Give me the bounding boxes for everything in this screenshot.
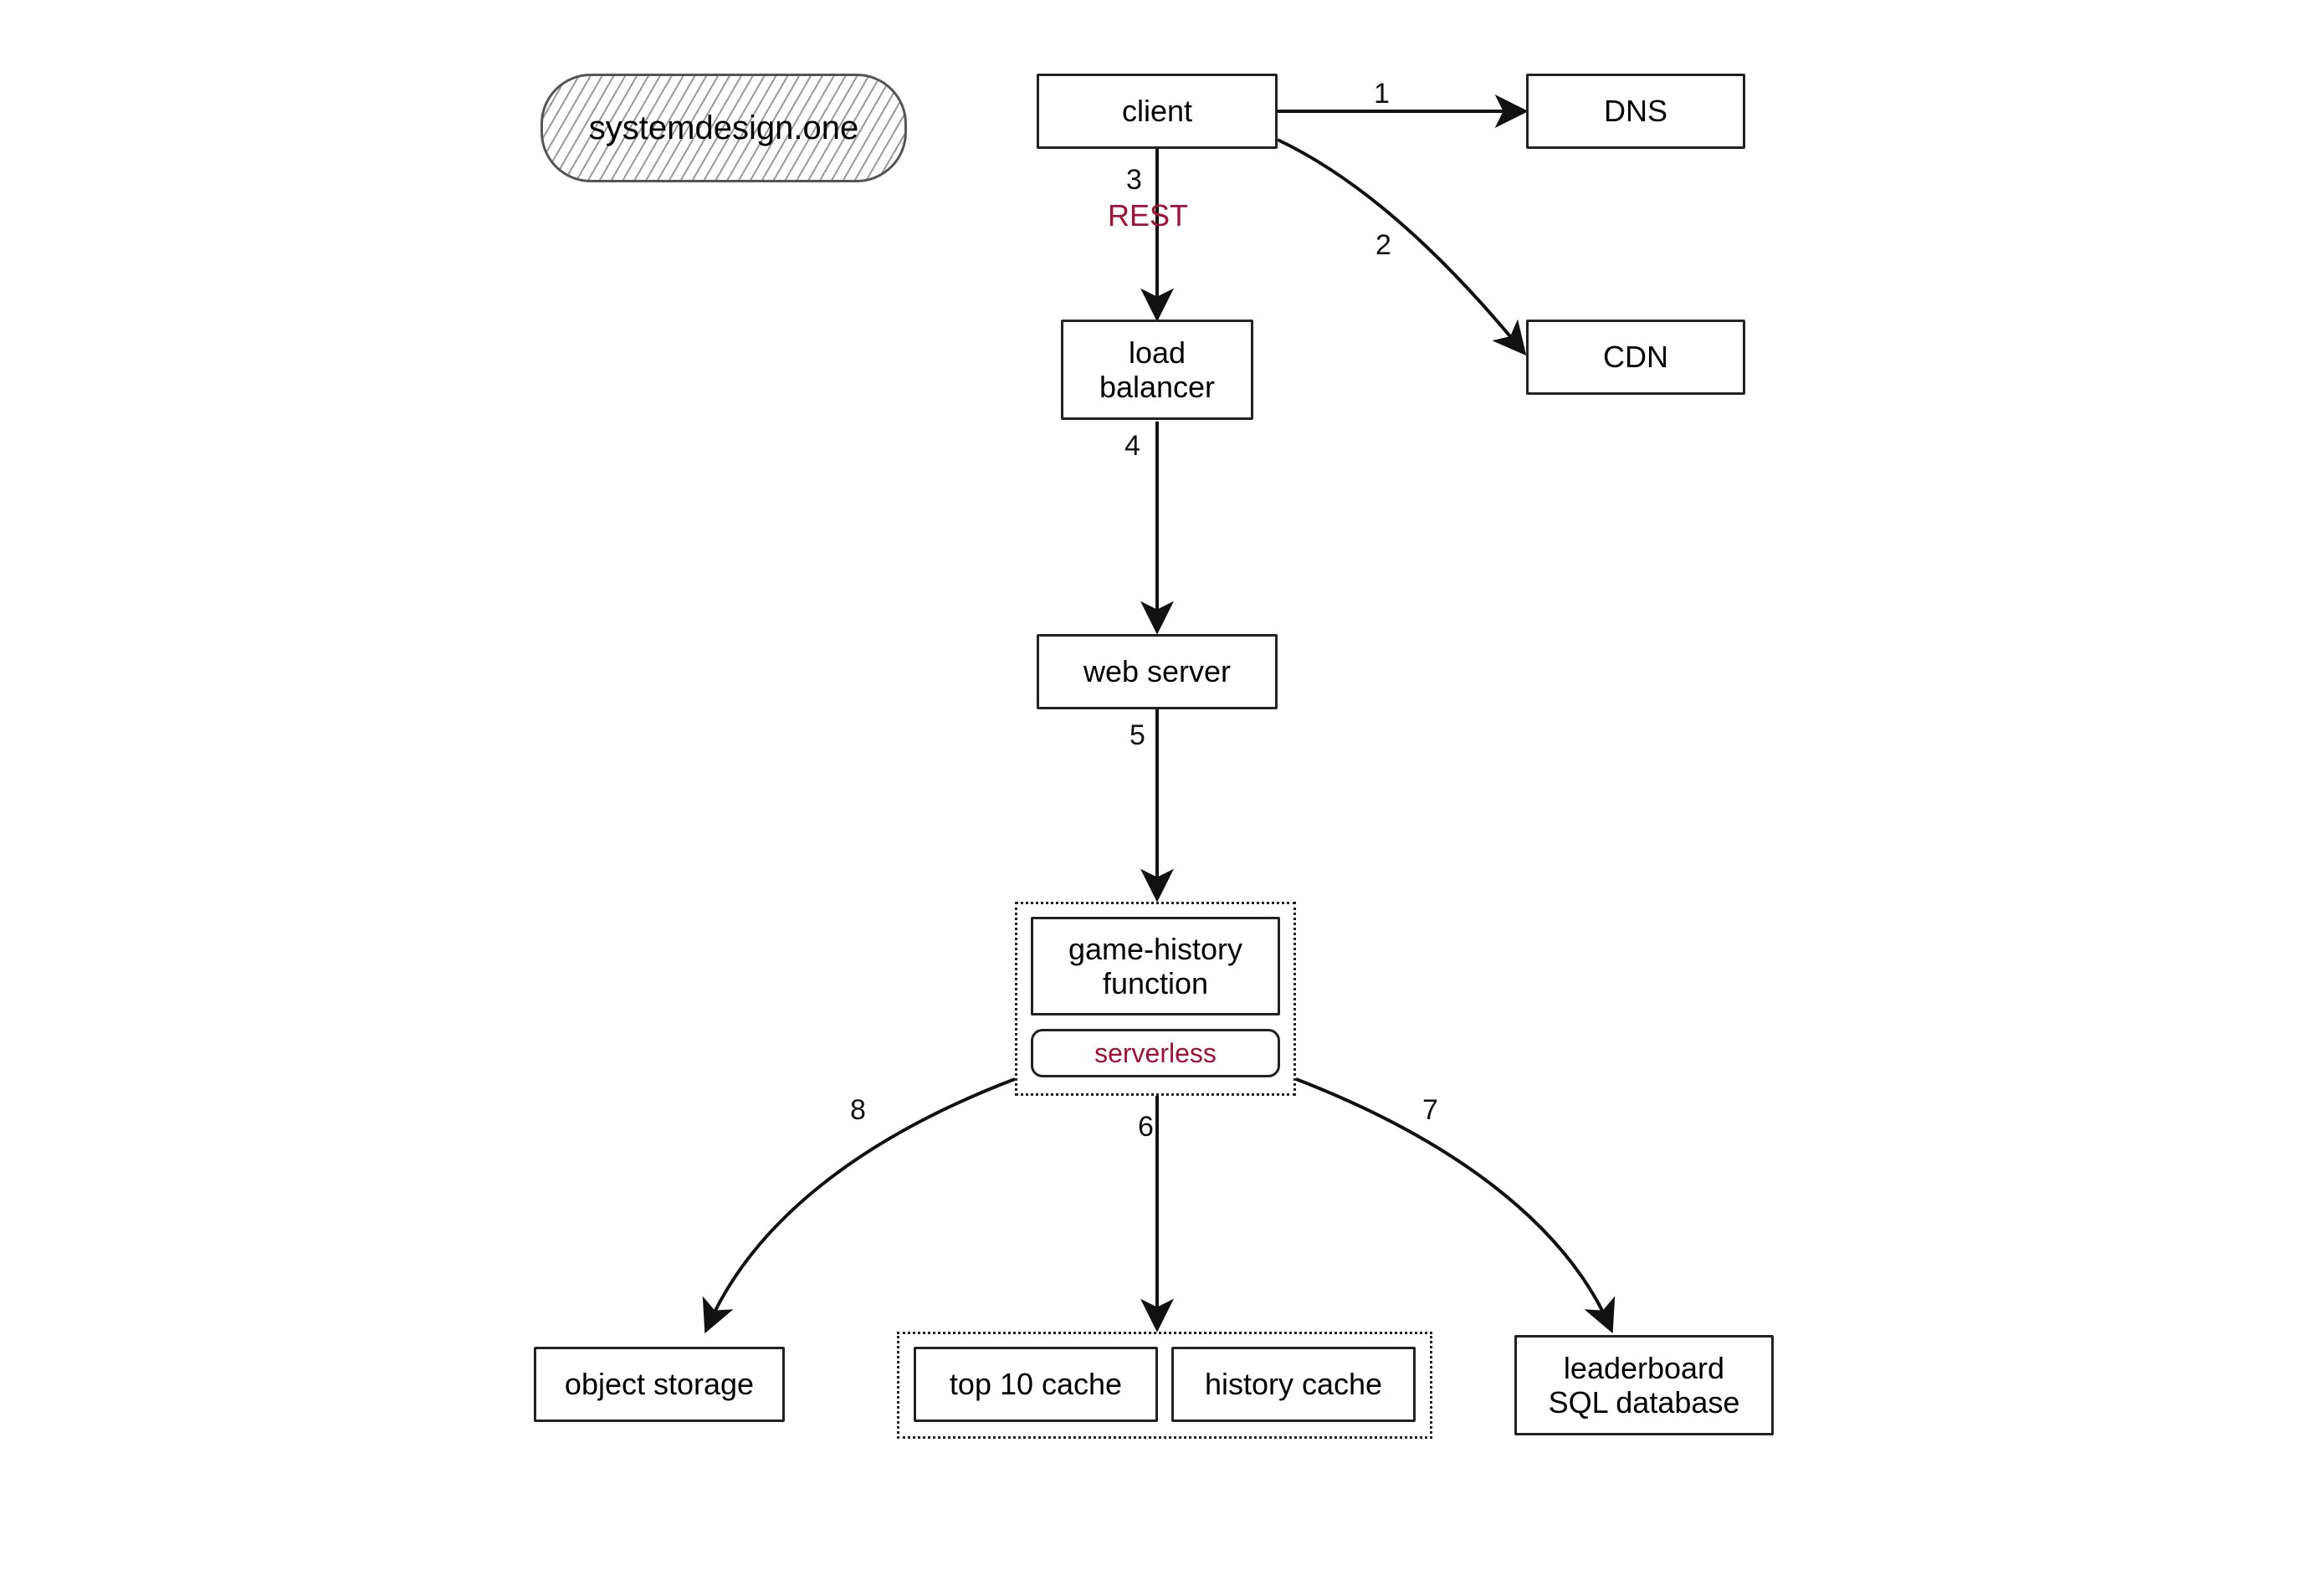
node-client-label: client — [1122, 94, 1192, 128]
node-object-storage-label: object storage — [565, 1367, 754, 1401]
edge-label-1: 1 — [1374, 79, 1390, 108]
node-web-server-label: web server — [1083, 654, 1231, 688]
edge-label-4: 4 — [1124, 432, 1140, 460]
edge-2 — [1278, 140, 1523, 351]
node-top10-cache-label: top 10 cache — [950, 1367, 1122, 1401]
node-load-balancer-label: load balancer — [1099, 335, 1215, 405]
node-web-server: web server — [1037, 634, 1278, 709]
edge-label-8: 8 — [850, 1096, 866, 1124]
edge-label-rest: REST — [1108, 201, 1188, 231]
tag-serverless: serverless — [1031, 1029, 1280, 1077]
watermark-badge: systemdesign.one — [540, 74, 907, 182]
edge-label-7: 7 — [1422, 1096, 1438, 1124]
node-cdn-label: CDN — [1603, 340, 1668, 374]
node-cdn: CDN — [1526, 320, 1745, 395]
node-client: client — [1037, 74, 1278, 149]
edge-7 — [1296, 1079, 1611, 1328]
edge-label-6: 6 — [1138, 1113, 1154, 1141]
node-history-cache: history cache — [1171, 1347, 1416, 1422]
node-dns: DNS — [1526, 74, 1745, 149]
node-leaderboard-db: leaderboard SQL database — [1514, 1335, 1774, 1435]
node-game-history-label: game-history function — [1068, 932, 1242, 1001]
node-game-history: game-history function — [1031, 917, 1280, 1015]
edge-label-3: 3 — [1126, 166, 1142, 194]
node-object-storage: object storage — [534, 1347, 785, 1422]
node-dns-label: DNS — [1604, 94, 1667, 128]
node-top10-cache: top 10 cache — [914, 1347, 1158, 1422]
tag-serverless-label: serverless — [1094, 1038, 1217, 1069]
edge-label-5: 5 — [1130, 721, 1145, 749]
watermark-text: systemdesign.one — [589, 110, 858, 147]
node-load-balancer: load balancer — [1061, 320, 1253, 420]
architecture-diagram: systemdesign.one client DNS CDN load bal… — [0, 0, 2300, 1596]
node-leaderboard-db-label: leaderboard SQL database — [1549, 1351, 1740, 1420]
node-history-cache-label: history cache — [1205, 1367, 1382, 1401]
edge-label-2: 2 — [1375, 231, 1391, 259]
